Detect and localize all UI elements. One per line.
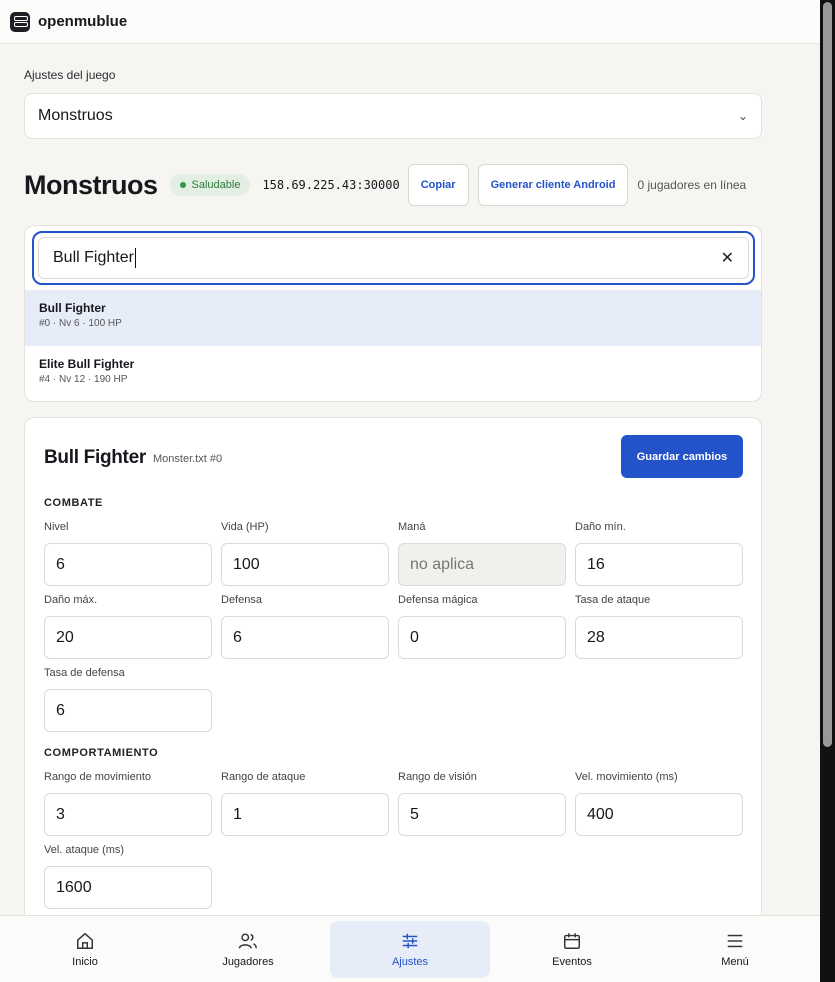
status-badge: Saludable: [169, 174, 251, 196]
top-bar: openmublue: [0, 0, 820, 44]
field-label: Defensa: [221, 594, 262, 606]
monster-name: Bull Fighter: [44, 447, 146, 468]
nav-item-settings[interactable]: Ajustes: [330, 921, 490, 978]
field-label: Daño máx.: [44, 594, 98, 606]
field-mana: Maná no aplica: [398, 521, 566, 586]
field-input[interactable]: 6: [221, 616, 389, 659]
nav-label: Eventos: [552, 956, 592, 968]
result-name: Elite Bull Fighter: [39, 357, 135, 371]
field-attack-range: Rango de ataque 1: [221, 771, 389, 836]
field-label: Rango de ataque: [221, 771, 306, 783]
result-meta: #0 · Nv 6 · 100 HP: [39, 318, 122, 329]
field-label: Tasa de ataque: [575, 594, 651, 606]
logo-icon: [10, 11, 30, 32]
server-address: 158.69.225.43:30000: [262, 178, 400, 192]
field-input[interactable]: 100: [221, 543, 389, 586]
search-card: Bull Fighter ✕ Bull Fighter #0 · Nv 6 · …: [24, 225, 762, 402]
menu-icon: [727, 934, 743, 948]
sliders-icon: [402, 933, 418, 949]
field-max-damage: Daño máx. 20: [44, 594, 212, 659]
field-attack-rate: Tasa de ataque 28: [575, 594, 743, 659]
settings-select[interactable]: Monstruos ⌄: [24, 93, 762, 139]
field-input[interactable]: 1600: [44, 866, 212, 909]
status-dot-icon: [179, 182, 186, 188]
nav-label: Ajustes: [391, 956, 429, 968]
field-label: Vel. ataque (ms): [44, 844, 125, 856]
scrollbar-thumb[interactable]: [823, 2, 832, 747]
text-caret: [134, 248, 136, 268]
settings-label: Ajustes del juego: [24, 68, 116, 82]
main-content: Ajustes del juego Monstruos ⌄ Monstruos …: [0, 45, 820, 915]
save-button[interactable]: Guardar cambios: [621, 435, 743, 478]
generate-android-button[interactable]: Generar cliente Android: [477, 164, 629, 206]
field-move-range: Rango de movimiento 3: [44, 771, 212, 836]
settings-select-value: Monstruos: [38, 107, 113, 124]
nav-label: Menú: [721, 956, 749, 968]
field-label: Rango de visión: [398, 771, 477, 783]
page-header: Monstruos Saludable 158.69.225.43:30000 …: [24, 163, 794, 207]
field-defense: Defensa 6: [221, 594, 389, 659]
field-input[interactable]: 5: [398, 793, 566, 836]
field-min-damage: Daño mín. 16: [575, 521, 743, 586]
brand-name: openmublue: [38, 13, 128, 30]
search-result[interactable]: Bull Fighter #0 · Nv 6 · 100 HP: [25, 290, 761, 346]
status-text: Saludable: [191, 179, 241, 191]
field-label: Vel. movimiento (ms): [575, 771, 678, 783]
field-input[interactable]: 1: [221, 793, 389, 836]
field-label: Nivel: [44, 521, 69, 533]
nav-label: Jugadores: [222, 956, 274, 968]
field-input[interactable]: 6: [44, 543, 212, 586]
nav-item-home[interactable]: Inicio: [5, 921, 165, 978]
field-defense-rate: Tasa de defensa 6: [44, 667, 212, 732]
nav-item-menu[interactable]: Menú: [655, 921, 815, 978]
search-value: Bull Fighter: [53, 249, 134, 266]
field-input[interactable]: 20: [44, 616, 212, 659]
field-level: Nivel 6: [44, 521, 212, 586]
scrollbar[interactable]: [820, 0, 835, 982]
monster-source: Monster.txt #0: [153, 453, 223, 465]
monster-editor: Bull Fighter Monster.txt #0 Guardar camb…: [24, 417, 762, 915]
nav-item-events[interactable]: Eventos: [492, 921, 652, 978]
field-input[interactable]: 16: [575, 543, 743, 586]
field-input[interactable]: 400: [575, 793, 743, 836]
copy-button[interactable]: Copiar: [407, 164, 469, 206]
chevron-down-icon: ⌄: [737, 109, 748, 123]
page-title: Monstruos: [24, 169, 158, 200]
result-meta: #4 · Nv 12 · 190 HP: [39, 374, 128, 385]
field-magic-defense: Defensa mágica 0: [398, 594, 566, 659]
field-input[interactable]: 28: [575, 616, 743, 659]
field-label: Tasa de defensa: [44, 667, 125, 679]
field-hp: Vida (HP) 100: [221, 521, 389, 586]
calendar-icon: [564, 933, 580, 949]
field-attack-speed: Vel. ataque (ms) 1600: [44, 844, 212, 909]
search-input[interactable]: Bull Fighter ✕: [38, 237, 749, 279]
bottom-nav: Inicio Jugadores Ajustes Eventos Menú: [0, 915, 820, 982]
close-icon[interactable]: ✕: [721, 248, 734, 268]
section-combat: COMBATE: [44, 497, 103, 509]
search-focus-ring: Bull Fighter ✕: [32, 231, 755, 285]
nav-label: Inicio: [72, 956, 98, 968]
field-label: Daño mín.: [575, 521, 626, 533]
home-icon: [77, 933, 94, 949]
search-result[interactable]: Elite Bull Fighter #4 · Nv 12 · 190 HP: [25, 346, 761, 401]
field-label: Defensa mágica: [398, 594, 478, 606]
section-behavior: COMPORTAMIENTO: [44, 747, 159, 759]
users-icon: [238, 933, 257, 949]
field-input[interactable]: 0: [398, 616, 566, 659]
field-input[interactable]: 6: [44, 689, 212, 732]
field-label: Maná: [398, 521, 426, 533]
field-move-speed: Vel. movimiento (ms) 400: [575, 771, 743, 836]
field-input: no aplica: [398, 543, 566, 586]
field-label: Rango de movimiento: [44, 771, 152, 783]
online-players: 0 jugadores en línea: [637, 178, 747, 192]
nav-item-players[interactable]: Jugadores: [168, 921, 328, 978]
field-view-range: Rango de visión 5: [398, 771, 566, 836]
field-label: Vida (HP): [221, 521, 269, 533]
result-name: Bull Fighter: [39, 301, 106, 315]
field-input[interactable]: 3: [44, 793, 212, 836]
